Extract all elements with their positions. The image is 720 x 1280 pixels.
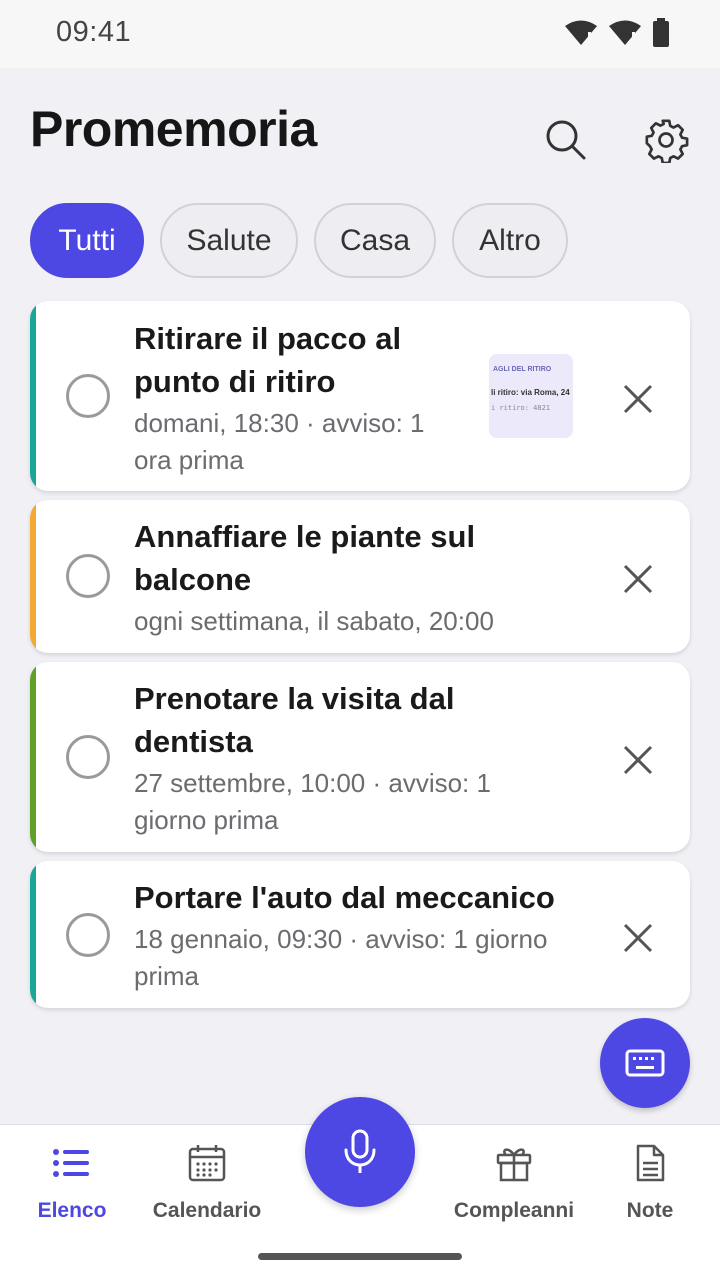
attachment-thumbnail[interactable]: AGLI DEL RITIRO li ritiro: via Roma, 24 …	[489, 354, 573, 438]
page-title: Promemoria	[30, 101, 317, 157]
settings-button[interactable]	[638, 112, 694, 168]
category-accent-bar	[30, 662, 36, 852]
close-icon[interactable]	[620, 561, 656, 597]
wifi-icon	[565, 20, 597, 46]
reminder-schedule: domani, 18:30 · avviso: 1 ora prima	[134, 408, 425, 475]
complete-checkbox[interactable]	[66, 735, 110, 779]
reminder-schedule: ogni settimana, il sabato, 20:00	[134, 606, 494, 636]
reminder-card[interactable]: Prenotare la visita dal dentista 27 sett…	[30, 662, 690, 852]
home-indicator[interactable]	[258, 1253, 462, 1260]
signal-icon	[609, 20, 641, 46]
search-button[interactable]	[538, 112, 594, 168]
reminder-schedule: 18 gennaio, 09:30 · avviso: 1 giorno pri…	[134, 924, 548, 991]
calendar-icon	[188, 1145, 226, 1182]
category-accent-bar	[30, 861, 36, 1008]
status-bar: 09:41	[0, 0, 720, 68]
reminder-title: Ritirare il pacco al punto di ritiro	[134, 321, 402, 399]
nav-label: Elenco	[37, 1199, 107, 1222]
gift-icon	[496, 1148, 532, 1182]
keyboard-input-button[interactable]	[600, 1018, 690, 1108]
filter-chip-salute[interactable]: Salute	[160, 203, 298, 278]
battery-icon	[653, 18, 669, 47]
status-time: 09:41	[56, 16, 132, 48]
filter-chip-casa[interactable]: Casa	[314, 203, 436, 278]
reminder-title: Annaffiare le piante sul balcone	[134, 519, 476, 597]
filter-chip-tutti[interactable]: Tutti	[30, 203, 144, 278]
nav-label: Compleanni	[453, 1199, 575, 1222]
close-icon[interactable]	[620, 381, 656, 417]
reminder-card[interactable]: Portare l'auto dal meccanico 18 gennaio,…	[30, 861, 690, 1008]
close-icon[interactable]	[620, 742, 656, 778]
keyboard-icon	[625, 1049, 665, 1077]
gear-icon	[645, 119, 689, 163]
nav-item-calendario[interactable]: Calendario	[127, 1143, 287, 1223]
complete-checkbox[interactable]	[66, 554, 110, 598]
nav-item-note[interactable]: Note	[570, 1143, 720, 1223]
complete-checkbox[interactable]	[66, 913, 110, 957]
microphone-icon	[344, 1129, 376, 1173]
voice-input-button[interactable]	[305, 1097, 415, 1207]
reminder-card[interactable]: Annaffiare le piante sul balcone ogni se…	[30, 500, 690, 653]
nav-label: Note	[626, 1199, 674, 1222]
reminder-card[interactable]: Ritirare il pacco al punto di ritiro dom…	[30, 301, 690, 491]
reminder-schedule: 27 settembre, 10:00 · avviso: 1 giorno p…	[134, 768, 491, 835]
search-icon	[546, 120, 586, 160]
close-icon[interactable]	[620, 920, 656, 956]
list-icon	[53, 1149, 89, 1177]
note-icon	[636, 1144, 665, 1182]
reminder-title: Portare l'auto dal meccanico	[134, 880, 555, 915]
category-accent-bar	[30, 500, 36, 653]
filter-chip-altro[interactable]: Altro	[452, 203, 568, 278]
complete-checkbox[interactable]	[66, 374, 110, 418]
status-icons	[564, 18, 670, 48]
reminder-title: Prenotare la visita dal dentista	[134, 681, 455, 759]
category-accent-bar	[30, 301, 36, 491]
filter-chips: Tutti Salute Casa Altro	[30, 203, 568, 278]
nav-label: Calendario	[152, 1199, 262, 1222]
